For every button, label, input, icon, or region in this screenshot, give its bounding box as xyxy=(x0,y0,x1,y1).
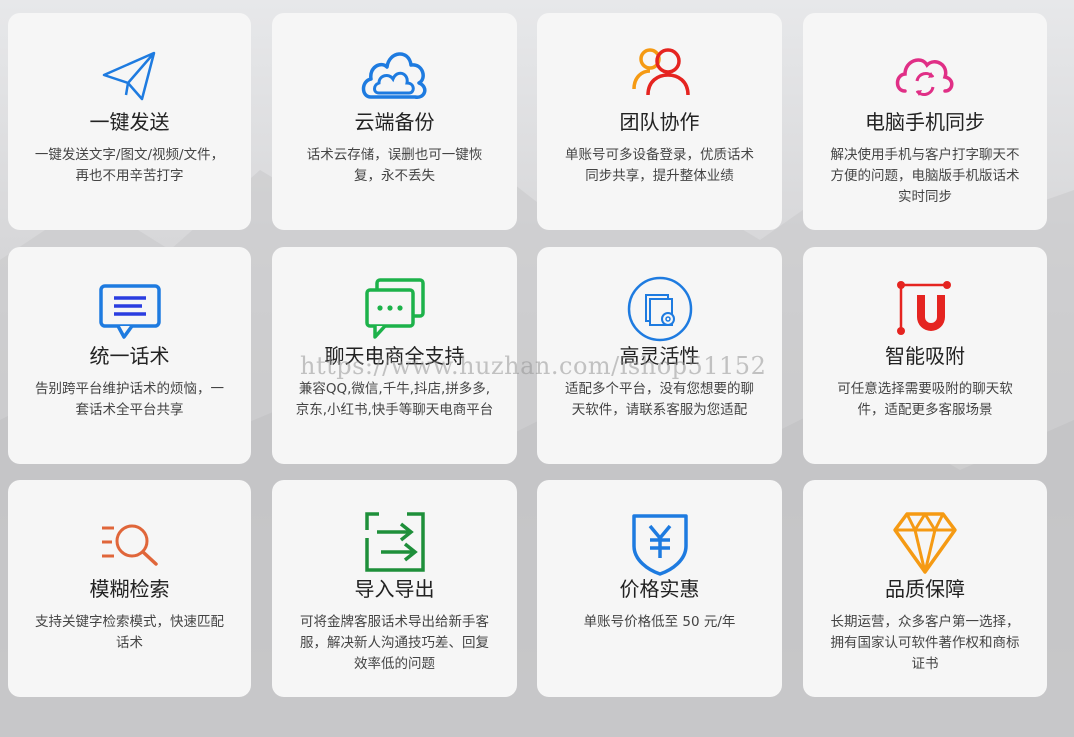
team-users-icon xyxy=(622,37,698,113)
card-description: 单账号价格低至 50 元/年 xyxy=(583,614,736,630)
settings-doc-icon xyxy=(622,271,698,347)
card-title: 一键发送 xyxy=(89,110,170,134)
message-icon xyxy=(92,271,168,347)
card-title: 统一话术 xyxy=(89,344,170,368)
card-description: 可将金牌客服话术导出给新手客服，解决新人沟通技巧差、回复效率低的问题 xyxy=(300,614,489,672)
card-description: 适配多个平台，没有您想要的聊天软件，请联系客服为您适配 xyxy=(565,381,754,418)
cloud-icon xyxy=(357,37,433,113)
card-title: 智能吸附 xyxy=(885,344,965,368)
feature-card-fuzzy-search: 模糊检索 支持关键字检索模式，快速匹配话术 xyxy=(8,480,251,697)
feature-card-team-collab: 团队协作 单账号可多设备登录，优质话术同步共享，提升整体业绩 xyxy=(537,13,782,230)
paper-plane-icon xyxy=(92,37,168,113)
card-description: 单账号可多设备登录，优质话术同步共享，提升整体业绩 xyxy=(565,147,754,184)
card-description: 一键发送文字/图文/视频/文件，再也不用辛苦打字 xyxy=(34,147,225,184)
feature-card-affordable: 价格实惠 单账号价格低至 50 元/年 xyxy=(537,480,782,697)
card-description: 话术云存储，误删也可一键恢复，永不丢失 xyxy=(306,147,483,184)
card-description: 兼容QQ,微信,千牛,抖店,拼多多,京东,小红书,快手等聊天电商平台 xyxy=(295,381,494,418)
card-title: 品质保障 xyxy=(885,577,965,601)
yuan-shield-icon xyxy=(622,504,698,580)
card-title: 模糊检索 xyxy=(89,577,170,601)
card-title: 云端备份 xyxy=(354,110,435,134)
chat-bubbles-icon xyxy=(357,271,433,347)
card-title: 导入导出 xyxy=(354,577,435,601)
card-description: 解决使用手机与客户打字聊天不方便的问题，电脑版手机版话术实时同步 xyxy=(830,147,1020,205)
feature-card-import-export: 导入导出 可将金牌客服话术导出给新手客服，解决新人沟通技巧差、回复效率低的问题 xyxy=(272,480,517,697)
card-description: 告别跨平台维护话术的烦恼，一套话术全平台共享 xyxy=(35,381,224,418)
feature-card-quality: 品质保障 长期运营，众多客户第一选择，拥有国家认可软件著作权和商标证书 xyxy=(803,480,1047,697)
card-description: 可任意选择需要吸附的聊天软件，适配更多客服场景 xyxy=(837,381,1013,418)
import-export-icon xyxy=(357,504,433,580)
magnet-icon xyxy=(887,271,963,347)
card-title: 价格实惠 xyxy=(619,577,700,601)
card-description: 长期运营，众多客户第一选择，拥有国家认可软件著作权和商标证书 xyxy=(830,614,1020,672)
feature-card-smart-snap: 智能吸附 可任意选择需要吸附的聊天软件，适配更多客服场景 xyxy=(803,247,1047,464)
cloud-sync-icon xyxy=(887,37,963,113)
card-title: 团队协作 xyxy=(619,110,700,134)
watermark-text: https://www.huzhan.com/ishop51152 xyxy=(300,352,767,380)
feature-card-cloud-backup: 云端备份 话术云存储，误删也可一键恢复，永不丢失 xyxy=(272,13,517,230)
card-description: 支持关键字检索模式，快速匹配话术 xyxy=(35,614,224,651)
search-list-icon xyxy=(92,504,168,580)
feature-card-unified-scripts: 统一话术 告别跨平台维护话术的烦恼，一套话术全平台共享 xyxy=(8,247,251,464)
card-title: 电脑手机同步 xyxy=(865,110,985,134)
feature-card-one-click-send: 一键发送 一键发送文字/图文/视频/文件，再也不用辛苦打字 xyxy=(8,13,251,230)
diamond-icon xyxy=(887,504,963,580)
feature-card-pc-mobile-sync: 电脑手机同步 解决使用手机与客户打字聊天不方便的问题，电脑版手机版话术实时同步 xyxy=(803,13,1047,230)
